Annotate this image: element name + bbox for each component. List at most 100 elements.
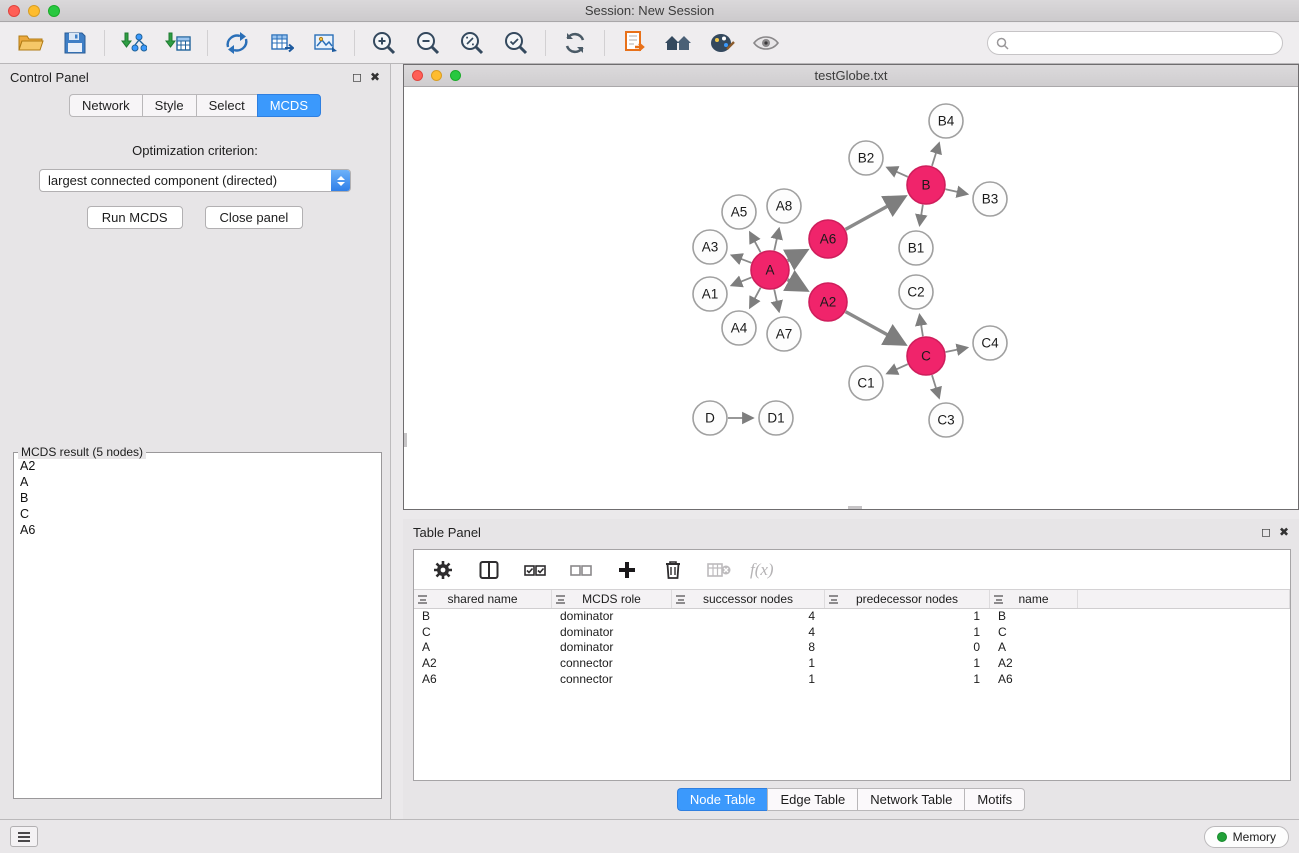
- table-cell[interactable]: C: [414, 625, 552, 641]
- select-all-icon[interactable]: [520, 555, 550, 585]
- task-history-button[interactable]: [10, 826, 38, 847]
- column-header-shared-name[interactable]: shared name: [414, 590, 552, 608]
- zoom-window-button[interactable]: [48, 5, 60, 17]
- table-cell[interactable]: 1: [825, 672, 990, 688]
- table-cell[interactable]: A2: [990, 656, 1078, 672]
- table-cell[interactable]: A: [414, 640, 552, 656]
- table-cell[interactable]: 1: [825, 609, 990, 625]
- tab-edge-table[interactable]: Edge Table: [767, 788, 857, 811]
- list-item[interactable]: B: [20, 490, 375, 506]
- tab-style[interactable]: Style: [142, 94, 196, 117]
- float-table-panel-icon[interactable]: ◻: [1261, 525, 1271, 539]
- float-panel-icon[interactable]: ◻: [352, 70, 362, 84]
- search-input[interactable]: [1014, 36, 1274, 50]
- table-cell[interactable]: dominator: [552, 640, 672, 656]
- import-table-file-icon[interactable]: [163, 28, 193, 58]
- table-cell[interactable]: dominator: [552, 625, 672, 641]
- table-cell[interactable]: A2: [414, 656, 552, 672]
- table-cell[interactable]: 1: [672, 656, 825, 672]
- table-row[interactable]: Bdominator41B: [414, 609, 1290, 625]
- graph-edge[interactable]: [750, 233, 760, 252]
- table-cell[interactable]: dominator: [552, 609, 672, 625]
- graph-edge[interactable]: [932, 375, 939, 397]
- show-columns-icon[interactable]: [474, 555, 504, 585]
- graph-edge[interactable]: [920, 205, 923, 225]
- delete-table-icon[interactable]: [704, 555, 734, 585]
- table-cell[interactable]: A: [990, 640, 1078, 656]
- close-table-panel-icon[interactable]: ✖: [1279, 525, 1289, 539]
- graph-edge[interactable]: [888, 364, 908, 373]
- new-network-icon[interactable]: [222, 28, 252, 58]
- column-header-mcds-role[interactable]: MCDS role: [552, 590, 672, 608]
- list-item[interactable]: C: [20, 506, 375, 522]
- refresh-icon[interactable]: [560, 28, 590, 58]
- table-row[interactable]: Cdominator41C: [414, 625, 1290, 641]
- graph-edge[interactable]: [888, 168, 908, 177]
- table-cell[interactable]: C: [990, 625, 1078, 641]
- import-network-file-icon[interactable]: [119, 28, 149, 58]
- list-item[interactable]: A2: [20, 458, 375, 474]
- list-item[interactable]: A: [20, 474, 375, 490]
- tab-motifs[interactable]: Motifs: [964, 788, 1025, 811]
- table-settings-gear-icon[interactable]: [428, 555, 458, 585]
- run-mcds-button[interactable]: Run MCDS: [87, 206, 183, 229]
- table-cell[interactable]: 1: [825, 656, 990, 672]
- table-cell[interactable]: [1078, 672, 1290, 688]
- function-builder-icon[interactable]: f(x): [750, 560, 774, 580]
- table-row[interactable]: A2connector11A2: [414, 656, 1290, 672]
- column-header-successor-nodes[interactable]: successor nodes: [672, 590, 825, 608]
- graph-edge[interactable]: [788, 251, 805, 260]
- graph-edge[interactable]: [788, 280, 806, 290]
- style-brush-icon[interactable]: [707, 28, 737, 58]
- search-box[interactable]: [987, 31, 1283, 55]
- table-cell[interactable]: A6: [990, 672, 1078, 688]
- graph-edge[interactable]: [932, 144, 939, 166]
- table-row[interactable]: A6connector11A6: [414, 672, 1290, 688]
- table-cell[interactable]: B: [990, 609, 1078, 625]
- open-session-icon[interactable]: [16, 28, 46, 58]
- close-network-window-button[interactable]: [412, 70, 423, 81]
- tab-network[interactable]: Network: [69, 94, 142, 117]
- graph-edge[interactable]: [774, 290, 779, 311]
- network-graph[interactable]: B4B2BB3B1A5A8A6A3AA1A2A4A7C2C4CC1C3DD1: [404, 87, 1298, 509]
- table-cell[interactable]: 1: [825, 625, 990, 641]
- table-cell[interactable]: 4: [672, 625, 825, 641]
- table-cell[interactable]: [1078, 609, 1290, 625]
- table-row[interactable]: Adominator80A: [414, 640, 1290, 656]
- graph-edge[interactable]: [774, 229, 779, 250]
- table-cell[interactable]: B: [414, 609, 552, 625]
- graph-edge[interactable]: [732, 277, 751, 285]
- zoom-network-window-button[interactable]: [450, 70, 461, 81]
- column-header-name[interactable]: name: [990, 590, 1078, 608]
- export-table-icon[interactable]: [266, 28, 296, 58]
- table-cell[interactable]: A6: [414, 672, 552, 688]
- table-cell[interactable]: [1078, 640, 1290, 656]
- table-cell[interactable]: 0: [825, 640, 990, 656]
- horizontal-scrollbar[interactable]: [848, 506, 862, 509]
- export-image-icon[interactable]: [310, 28, 340, 58]
- tab-node-table[interactable]: Node Table: [677, 788, 768, 811]
- graph-edge[interactable]: [846, 198, 904, 230]
- graph-edge[interactable]: [750, 288, 760, 307]
- eye-icon[interactable]: [751, 28, 781, 58]
- list-item[interactable]: A6: [20, 522, 375, 538]
- minimize-window-button[interactable]: [28, 5, 40, 17]
- table-cell[interactable]: 4: [672, 609, 825, 625]
- close-window-button[interactable]: [8, 5, 20, 17]
- column-header-predecessor-nodes[interactable]: predecessor nodes: [825, 590, 990, 608]
- add-column-icon[interactable]: [612, 555, 642, 585]
- minimize-network-window-button[interactable]: [431, 70, 442, 81]
- graph-edge[interactable]: [846, 312, 904, 344]
- deselect-all-icon[interactable]: [566, 555, 596, 585]
- table-cell[interactable]: [1078, 656, 1290, 672]
- vertical-scrollbar[interactable]: [404, 433, 407, 447]
- table-cell[interactable]: 1: [672, 672, 825, 688]
- close-panel-button[interactable]: Close panel: [205, 206, 304, 229]
- table-cell[interactable]: 8: [672, 640, 825, 656]
- network-canvas[interactable]: B4B2BB3B1A5A8A6A3AA1A2A4A7C2C4CC1C3DD1: [404, 87, 1298, 509]
- table-cell[interactable]: [1078, 625, 1290, 641]
- home-icon[interactable]: [663, 28, 693, 58]
- graph-edge[interactable]: [946, 348, 967, 352]
- tab-mcds[interactable]: MCDS: [257, 94, 321, 117]
- table-cell[interactable]: connector: [552, 656, 672, 672]
